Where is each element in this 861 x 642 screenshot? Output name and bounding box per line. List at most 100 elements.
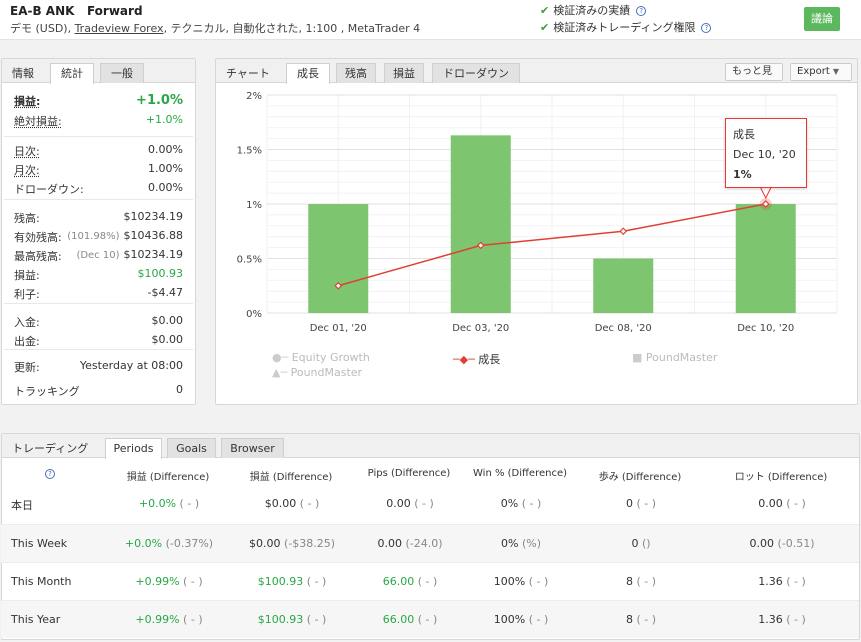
cell-difference: ( - ) <box>410 497 434 510</box>
cell-value: 0.00 <box>377 537 402 550</box>
cell-value: $0.00 <box>264 497 297 510</box>
table-cell: 0% (%) <box>451 537 591 550</box>
cell-difference: ( - ) <box>414 575 438 588</box>
period-label: This Month <box>11 575 72 588</box>
cell-value: $100.93 <box>257 575 304 588</box>
line-point[interactable] <box>619 227 628 236</box>
table-cell: +0.99% ( - ) <box>99 575 239 588</box>
legend-item[interactable]: ●─ Equity Growth <box>272 351 370 364</box>
table-cell: 0.00 (-0.51) <box>712 537 852 550</box>
growth-chart: 0% 0.5% 1% 1.5% 2% Dec 01, '20 Dec 03, '20 Dec … <box>237 91 838 334</box>
y-tick-label: 1% <box>246 200 262 211</box>
period-label: This Week <box>11 537 68 550</box>
cell-difference: ( - ) <box>525 575 549 588</box>
bar[interactable] <box>308 204 369 313</box>
cell-difference: ( - ) <box>176 497 200 510</box>
help-icon[interactable]: ? <box>45 468 55 479</box>
cell-value: 0% <box>501 537 519 550</box>
legend-label: Equity Growth <box>291 351 370 364</box>
cell-difference: ( - ) <box>782 575 806 588</box>
cell-difference: ( - ) <box>414 613 438 626</box>
cell-value: 1.36 <box>758 575 783 588</box>
trading-panel-label: トレーディング <box>12 442 89 455</box>
tooltip-value: 1% <box>733 168 752 181</box>
cell-difference: ( - ) <box>782 497 806 510</box>
cell-value: +0.99% <box>135 613 180 626</box>
tooltip-date: Dec 10, '20 <box>733 148 796 161</box>
y-tick-label: 2% <box>246 91 262 102</box>
legend-item[interactable]: ▲─ PoundMaster <box>272 366 362 379</box>
legend-marker: ─◆─ <box>453 353 475 366</box>
x-tick-label: Dec 01, '20 <box>310 323 367 334</box>
cell-value: 0.00 <box>386 497 411 510</box>
legend-label: PoundMaster <box>290 366 363 379</box>
tooltip-title: 成長 <box>733 128 755 141</box>
cell-difference: ( - ) <box>632 497 657 510</box>
y-tick-label: 0.5% <box>237 255 262 266</box>
column-header[interactable]: Win % (Difference) <box>460 468 580 479</box>
table-cell: 0% ( - ) <box>451 497 591 510</box>
bar[interactable] <box>735 204 796 313</box>
column-header[interactable]: ロット (Difference) <box>721 468 841 483</box>
x-tick-label: Dec 08, '20 <box>595 323 652 334</box>
cell-difference: (%) <box>518 537 541 550</box>
table-cell: +0.0% (-0.37%) <box>99 537 239 550</box>
cell-difference: ( - ) <box>782 613 806 626</box>
table-cell: +0.0% ( - ) <box>99 497 239 510</box>
legend-marker: ■ <box>632 351 643 364</box>
column-header[interactable]: 損益 (Difference) <box>231 468 351 483</box>
cell-difference: ( - ) <box>632 613 657 626</box>
legend-label: PoundMaster <box>645 351 718 364</box>
table-row: This Month +0.99% ( - ) $100.93 ( - ) 66.00… <box>1 562 859 600</box>
cell-difference: ( - ) <box>303 575 327 588</box>
y-tick-label: 1.5% <box>237 146 262 157</box>
column-header[interactable]: Pips (Difference) <box>349 468 469 479</box>
help-glyph: ? <box>45 469 55 479</box>
cell-difference: (-24.0) <box>401 537 443 550</box>
table-row: This Week +0.0% (-0.37%) $0.00 (-$38.25) 0.… <box>1 524 859 562</box>
table-cell: 1.36 ( - ) <box>712 575 852 588</box>
cell-value: 8 <box>625 575 633 588</box>
legend-marker: ▲─ <box>272 366 288 379</box>
table-row: 本日 +0.0% ( - ) $0.00 ( - ) 0.00 ( - ) 0% ( -… <box>1 485 859 523</box>
column-header[interactable]: 歩み (Difference) <box>580 468 700 483</box>
cell-difference: ( - ) <box>525 613 549 626</box>
cell-value: 100% <box>493 575 526 588</box>
cell-difference: () <box>638 537 651 550</box>
x-tick-label: Dec 10, '20 <box>737 323 794 334</box>
cell-value: $0.00 <box>248 537 281 550</box>
cell-difference: ( - ) <box>179 613 203 626</box>
x-tick-label: Dec 03, '20 <box>452 323 509 334</box>
cell-value: 66.00 <box>382 575 415 588</box>
cell-difference: ( - ) <box>518 497 542 510</box>
table-cell: 8 ( - ) <box>571 613 711 626</box>
trading-tabbar: トレーディング Periods Goals Browser <box>2 434 859 459</box>
legend-label: 成長 <box>478 353 501 366</box>
bar[interactable] <box>593 258 654 314</box>
table-cell: 0 ( - ) <box>571 497 711 510</box>
tab-goals[interactable]: Goals <box>167 438 216 458</box>
legend-item[interactable]: ■ PoundMaster <box>632 351 717 364</box>
table-cell: 0 () <box>571 537 711 550</box>
legend-marker: ●─ <box>272 351 289 364</box>
cell-difference: (-$38.25) <box>280 537 336 550</box>
cell-difference: (-0.37%) <box>162 537 214 550</box>
cell-value: 1.36 <box>758 613 783 626</box>
table-cell: 100% ( - ) <box>451 613 591 626</box>
tab-periods[interactable]: Periods <box>105 438 162 459</box>
y-tick-label: 0% <box>246 309 262 320</box>
column-header[interactable]: 損益 (Difference) <box>108 468 228 483</box>
cell-difference: ( - ) <box>303 613 327 626</box>
cell-value: 8 <box>625 613 633 626</box>
period-label: This Year <box>11 613 61 626</box>
tab-browser[interactable]: Browser <box>221 438 284 458</box>
cell-difference: ( - ) <box>179 575 203 588</box>
bar[interactable] <box>450 135 511 313</box>
table-row: This Year +0.99% ( - ) $100.93 ( - ) 66.00 … <box>1 600 859 638</box>
cell-value: 100% <box>493 613 526 626</box>
cell-difference: ( - ) <box>296 497 320 510</box>
chart-tooltip: 成長 Dec 10, '20 1% <box>725 118 807 188</box>
legend-item[interactable]: ─◆─ 成長 <box>453 351 500 367</box>
cell-value: $100.93 <box>257 613 304 626</box>
cell-value: 0.00 <box>758 497 783 510</box>
